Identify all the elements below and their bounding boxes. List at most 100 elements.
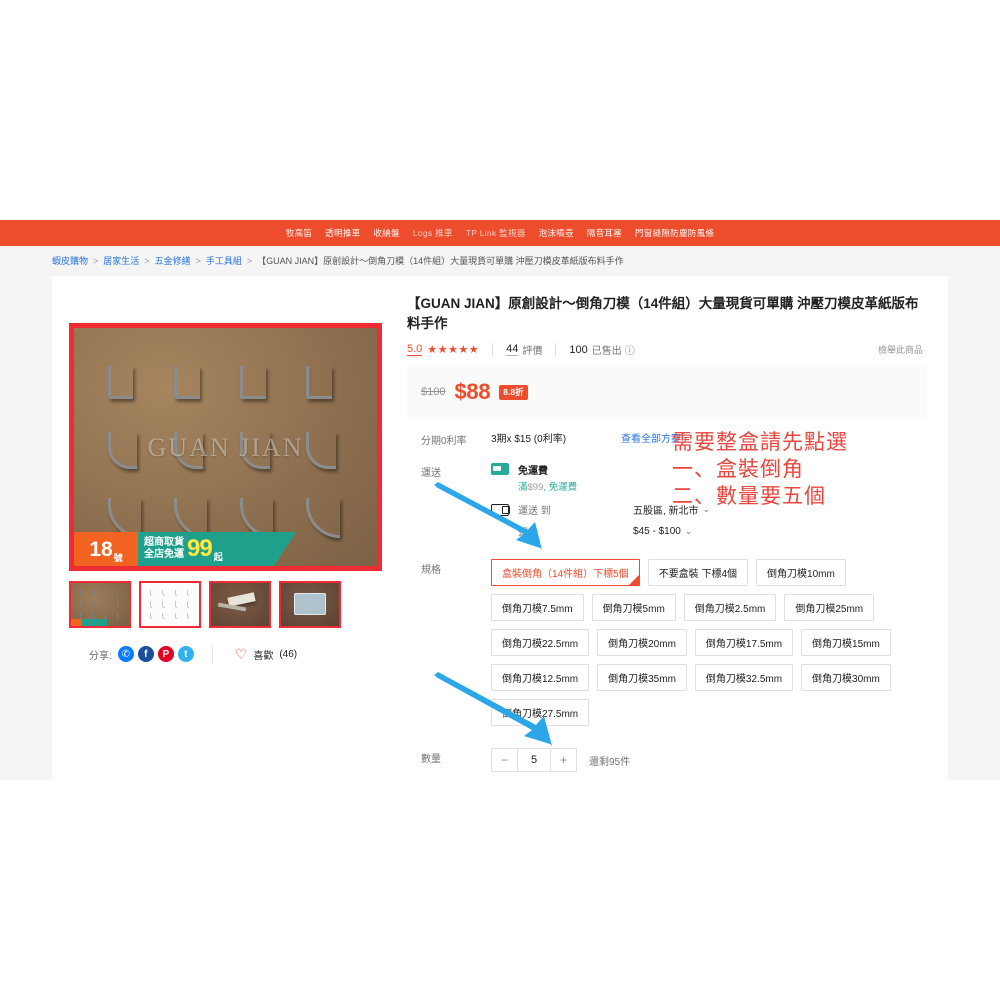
ship-to-row: 運送 到 五股區, 新北市 ⌄ bbox=[491, 502, 927, 517]
promo-link[interactable]: 牧高笛 bbox=[286, 227, 312, 239]
ship-fee-label: 運費 bbox=[518, 528, 538, 540]
variation-option[interactable]: 盒裝倒角（14件組）下標5個 bbox=[491, 559, 640, 587]
heart-icon: ♡ bbox=[234, 645, 248, 662]
sold-count: 100 bbox=[569, 343, 588, 356]
thumbnail-promo-band bbox=[71, 619, 129, 626]
free-shipping-texts: 免運費 滿$99, 免運費 bbox=[518, 462, 577, 493]
report-product-link[interactable]: 檢舉此商品 bbox=[878, 343, 923, 356]
ship-fee-selector[interactable]: $45 - $100 ⌄ bbox=[633, 526, 692, 537]
installment-label: 分期0利率 bbox=[421, 436, 467, 448]
review-count[interactable]: 44 bbox=[506, 343, 519, 357]
promo-link[interactable]: Logs 推車 bbox=[413, 227, 453, 239]
rating-value: 5.0 bbox=[407, 343, 423, 357]
ship-to-location-selector[interactable]: 五股區, 新北市 ⌄ bbox=[633, 502, 710, 517]
variation-option[interactable]: 倒角刀模20mm bbox=[597, 629, 687, 657]
original-price: $100 bbox=[421, 386, 446, 399]
installment-body: 3期x $15 (0利率) 查看全部方案 › bbox=[491, 430, 927, 445]
promo-line-1: 超商取貨 bbox=[144, 537, 184, 549]
shipping-body: 免運費 滿$99, 免運費 運送 到 五股區, 新北市 ⌄ 運費 $45 - $… bbox=[491, 462, 927, 539]
quantity-controls: − 5 + 還剩95件 bbox=[491, 748, 927, 773]
corner-die-item bbox=[229, 352, 293, 416]
quantity-value[interactable]: 5 bbox=[517, 749, 551, 772]
page-title: 【GUAN JIAN】原創設計〜倒角刀模（14件組）大量現貨可單購 沖壓刀模皮革… bbox=[407, 296, 919, 331]
quantity-row: 數量 − 5 + 還剩95件 bbox=[407, 726, 927, 773]
free-shipping-prefix: 滿 bbox=[518, 482, 528, 494]
share-divider bbox=[211, 645, 213, 663]
variation-option[interactable]: 倒角刀模17.5mm bbox=[694, 629, 794, 657]
thumbnail-dies-photo[interactable] bbox=[69, 581, 131, 628]
sold-info-icon[interactable]: ⓘ bbox=[625, 342, 635, 357]
variation-option[interactable]: 倒角刀模2.5mm bbox=[683, 594, 777, 622]
breadcrumb-current-product: 【GUAN JIAN】原創設計〜倒角刀模（14件組）大量現貨可單購 沖壓刀模皮革… bbox=[257, 256, 624, 266]
breadcrumb: 蝦皮購物 > 居家生活 > 五金修繕 > 手工具組 > 【GUAN JIAN】原… bbox=[52, 254, 624, 267]
quantity-increment-button[interactable]: + bbox=[551, 749, 576, 772]
pinterest-icon[interactable]: P bbox=[157, 646, 174, 662]
free-shipping-truck-icon bbox=[491, 463, 509, 476]
product-meta-row: 5.0 ★★★★★ 44 評價 100 已售出 ⓘ 檢舉此商品 bbox=[407, 342, 927, 367]
meta-divider bbox=[555, 343, 557, 357]
promo-bar: 牧高笛 透明推車 收納盤 Logs 推車 TP Link 監視器 泡沫噴壺 隔音… bbox=[0, 220, 1000, 246]
promo-link[interactable]: 隔音耳塞 bbox=[587, 227, 622, 239]
variation-option[interactable]: 倒角刀模5mm bbox=[591, 594, 676, 622]
chevron-down-icon: ⌄ bbox=[702, 504, 711, 515]
promo-day-unit: 號 bbox=[113, 553, 123, 563]
product-card: GUAN JIAN 18 號 超商取貨 全店免運 99 起 分享: ✆ f P … bbox=[52, 276, 948, 780]
favorite-button[interactable]: ♡ 喜歡 (46) bbox=[235, 646, 297, 663]
thumbnail-strip bbox=[69, 581, 394, 628]
ship-fee-row: 運費 $45 - $100 ⌄ bbox=[491, 524, 927, 539]
variation-row: 規格 盒裝倒角（14件組）下標5個 不要盒裝 下標4個 倒角刀模10mm 倒角刀… bbox=[407, 539, 927, 727]
quantity-decrement-button[interactable]: − bbox=[492, 749, 517, 772]
twitter-icon[interactable]: t bbox=[177, 646, 194, 662]
page-root: 牧高笛 透明推車 收納盤 Logs 推車 TP Link 監視器 泡沫噴壺 隔音… bbox=[0, 0, 1000, 1000]
main-product-image[interactable]: GUAN JIAN 18 號 超商取貨 全店免運 99 起 bbox=[69, 323, 382, 571]
variation-option[interactable]: 倒角刀模15mm bbox=[801, 629, 891, 657]
promo-amount: 99 bbox=[187, 535, 213, 562]
installment-row: 分期0利率 3期x $15 (0利率) 查看全部方案 › bbox=[407, 421, 927, 447]
thumbnail-diagram[interactable] bbox=[139, 581, 201, 628]
quantity-body: − 5 + 還剩95件 bbox=[491, 748, 927, 773]
messenger-icon[interactable]: ✆ bbox=[117, 646, 134, 662]
variation-option[interactable]: 倒角刀模30mm bbox=[801, 664, 891, 692]
product-info: 【GUAN JIAN】原創設計〜倒角刀模（14件組）大量現貨可單購 沖壓刀模皮革… bbox=[407, 294, 927, 773]
variation-option[interactable]: 倒角刀模25mm bbox=[784, 594, 875, 622]
breadcrumb-separator-icon: > bbox=[144, 255, 150, 266]
variation-option[interactable]: 倒角刀模10mm bbox=[756, 559, 846, 587]
breadcrumb-item-hardware[interactable]: 五金修繕 bbox=[155, 254, 191, 267]
corner-die-item bbox=[162, 418, 226, 482]
quantity-label: 數量 bbox=[421, 754, 441, 766]
promo-free-shipping-badge: 超商取貨 全店免運 99 起 bbox=[138, 532, 296, 566]
variation-label: 規格 bbox=[421, 565, 441, 577]
shipping-label: 運送 bbox=[421, 468, 441, 480]
promo-free-shipping-lines: 超商取貨 全店免運 bbox=[144, 537, 184, 561]
variation-option[interactable]: 倒角刀模12.5mm bbox=[491, 664, 590, 692]
breadcrumb-separator-icon: > bbox=[246, 255, 253, 266]
favorite-count: (46) bbox=[279, 648, 298, 660]
thumbnail-case-photo[interactable] bbox=[279, 581, 341, 628]
promo-amount-suffix: 起 bbox=[213, 552, 223, 562]
breadcrumb-item-home[interactable]: 蝦皮購物 bbox=[52, 254, 88, 267]
variation-option[interactable]: 倒角刀模35mm bbox=[597, 664, 687, 692]
promo-link[interactable]: 透明推車 bbox=[325, 227, 360, 239]
sold-label: 已售出 bbox=[591, 346, 622, 358]
breadcrumb-item-home-living[interactable]: 居家生活 bbox=[103, 254, 139, 267]
promo-day-number: 18 bbox=[89, 537, 113, 561]
chevron-down-icon: ⌄ bbox=[684, 526, 693, 537]
variation-option[interactable]: 倒角刀模7.5mm bbox=[491, 594, 584, 622]
quantity-stepper: − 5 + bbox=[491, 748, 577, 773]
variation-option[interactable]: 倒角刀模32.5mm bbox=[694, 664, 794, 692]
promo-link[interactable]: TP Link 監視器 bbox=[466, 227, 526, 239]
ship-to-location: 五股區, 新北市 bbox=[633, 506, 699, 518]
view-all-plans-link[interactable]: 查看全部方案 › bbox=[621, 430, 687, 445]
breadcrumb-separator-icon: > bbox=[93, 255, 99, 266]
thumbnail-tool-photo[interactable] bbox=[209, 581, 271, 628]
variation-option[interactable]: 倒角刀模22.5mm bbox=[491, 629, 590, 657]
facebook-icon[interactable]: f bbox=[137, 646, 154, 662]
promo-link[interactable]: 收納盤 bbox=[373, 227, 399, 239]
free-shipping-amount: $99 bbox=[527, 482, 544, 494]
breadcrumb-item-hand-tools[interactable]: 手工具組 bbox=[206, 254, 242, 267]
variation-option[interactable]: 不要盒裝 下標4個 bbox=[647, 559, 749, 587]
promo-link[interactable]: 泡沫噴壺 bbox=[539, 227, 574, 239]
installment-line: 3期x $15 (0利率) 查看全部方案 › bbox=[491, 430, 927, 445]
variation-option[interactable]: 倒角刀模27.5mm bbox=[491, 699, 590, 727]
promo-link[interactable]: 門窗縫隙防塵防風條 bbox=[635, 227, 714, 239]
